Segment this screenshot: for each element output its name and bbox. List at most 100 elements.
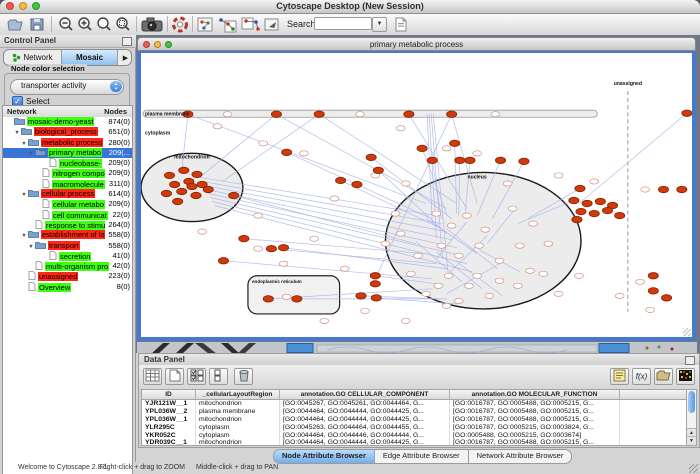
node[interactable]: [310, 236, 319, 241]
tree-row[interactable]: response to stimulu264(0): [3, 220, 132, 230]
node[interactable]: [192, 171, 202, 177]
node[interactable]: [529, 221, 538, 226]
node[interactable]: [442, 303, 451, 308]
node[interactable]: [404, 111, 414, 117]
node[interactable]: [582, 200, 592, 206]
node[interactable]: [434, 283, 443, 288]
node[interactable]: [526, 268, 535, 273]
tree-row[interactable]: ▼biological_process651(0): [3, 127, 132, 137]
expand-triangle-icon[interactable]: ▼: [27, 149, 35, 158]
node[interactable]: [361, 308, 370, 313]
node[interactable]: [508, 206, 517, 211]
node[interactable]: [427, 157, 437, 163]
node[interactable]: [575, 185, 585, 191]
node[interactable]: [615, 212, 625, 218]
zoom-fit-icon[interactable]: [95, 16, 113, 33]
open-session-icon[interactable]: [6, 16, 24, 33]
search-dropdown-icon[interactable]: ▼: [372, 17, 387, 32]
tree-row[interactable]: cell communicat22(0): [3, 210, 132, 220]
node[interactable]: [320, 318, 329, 323]
save-session-icon[interactable]: [28, 16, 46, 33]
node[interactable]: [371, 295, 381, 301]
node[interactable]: [463, 213, 472, 218]
table-row[interactable]: YLR295Ccytoplasm[GO:0045263, GO:0044464,…: [142, 424, 686, 432]
tree-row[interactable]: unassigned223(0): [3, 271, 132, 281]
node[interactable]: [356, 293, 366, 299]
node[interactable]: [569, 197, 579, 203]
tree-row[interactable]: ▼metabolic process280(0): [3, 138, 132, 148]
node[interactable]: [340, 266, 349, 271]
node[interactable]: [366, 154, 376, 160]
edge[interactable]: [276, 114, 446, 208]
tree-column-nodes[interactable]: Nodes: [104, 107, 127, 116]
node[interactable]: [161, 190, 171, 196]
node[interactable]: [179, 167, 189, 173]
node[interactable]: [515, 243, 524, 248]
node[interactable]: [475, 243, 484, 248]
node[interactable]: [495, 157, 505, 163]
node[interactable]: [401, 181, 410, 186]
node[interactable]: [554, 173, 563, 178]
node[interactable]: [401, 318, 410, 323]
function-builder-icon[interactable]: f(x): [632, 368, 651, 385]
expand-triangle-icon[interactable]: ▼: [20, 139, 28, 148]
network-overview-icon[interactable]: [196, 16, 214, 33]
node[interactable]: [173, 198, 183, 204]
canvas-resize-grip[interactable]: [683, 328, 691, 336]
node[interactable]: [481, 227, 490, 232]
node[interactable]: [229, 192, 239, 198]
tree-row[interactable]: mosaic-demo-yeast874(0): [3, 117, 132, 127]
node[interactable]: [636, 279, 645, 284]
tab-scroll-right-icon[interactable]: ▶: [118, 50, 132, 65]
node[interactable]: [266, 245, 276, 251]
node[interactable]: [648, 288, 658, 294]
node[interactable]: [646, 307, 655, 312]
network-window-title-bar[interactable]: primary metabolic process: [137, 37, 696, 51]
node[interactable]: [282, 294, 291, 299]
node[interactable]: [356, 112, 365, 117]
node[interactable]: [575, 273, 584, 278]
node[interactable]: [576, 208, 586, 214]
node[interactable]: [396, 231, 405, 236]
node[interactable]: [544, 241, 553, 246]
node[interactable]: [554, 291, 563, 296]
edge[interactable]: [579, 113, 687, 203]
float-panel-icon[interactable]: [122, 37, 132, 46]
node[interactable]: [513, 283, 522, 288]
tree-row[interactable]: ▼establishment of lo558(0): [3, 230, 132, 240]
node[interactable]: [254, 246, 263, 251]
node[interactable]: [164, 172, 174, 178]
node[interactable]: [661, 295, 671, 301]
delete-attribute-icon[interactable]: [234, 368, 253, 385]
node[interactable]: [191, 192, 201, 198]
node[interactable]: [589, 210, 599, 216]
node[interactable]: [370, 273, 380, 279]
node[interactable]: [282, 149, 292, 155]
table-row[interactable]: YDR039C__1mitochondrion[GO:0044464, GO:0…: [142, 439, 686, 446]
node[interactable]: [336, 177, 346, 183]
node[interactable]: [259, 141, 268, 146]
scroll-down-icon[interactable]: ▼: [687, 436, 696, 445]
node[interactable]: [539, 271, 548, 276]
node[interactable]: [473, 273, 482, 278]
node[interactable]: [373, 167, 383, 173]
node[interactable]: [213, 124, 222, 129]
node[interactable]: [465, 157, 475, 163]
node[interactable]: [648, 273, 658, 279]
node[interactable]: [602, 207, 612, 213]
tree-row[interactable]: macromolecule311(0): [3, 179, 132, 189]
node[interactable]: [473, 151, 482, 156]
heatmap-icon[interactable]: [676, 368, 695, 385]
tree-row[interactable]: multi-organism pro42(0): [3, 261, 132, 271]
node[interactable]: [239, 235, 249, 241]
node[interactable]: [450, 140, 460, 146]
node[interactable]: [414, 253, 423, 258]
network-canvas[interactable]: plasma membranecytoplasmmitochondrionnuc…: [141, 53, 692, 337]
layout-1-icon[interactable]: [216, 16, 238, 33]
expand-triangle-icon[interactable]: ▼: [20, 190, 28, 199]
node[interactable]: [396, 126, 405, 131]
expand-triangle-icon[interactable]: ▼: [20, 231, 28, 240]
node[interactable]: [177, 188, 187, 194]
node[interactable]: [465, 283, 474, 288]
search-input[interactable]: [314, 17, 372, 30]
